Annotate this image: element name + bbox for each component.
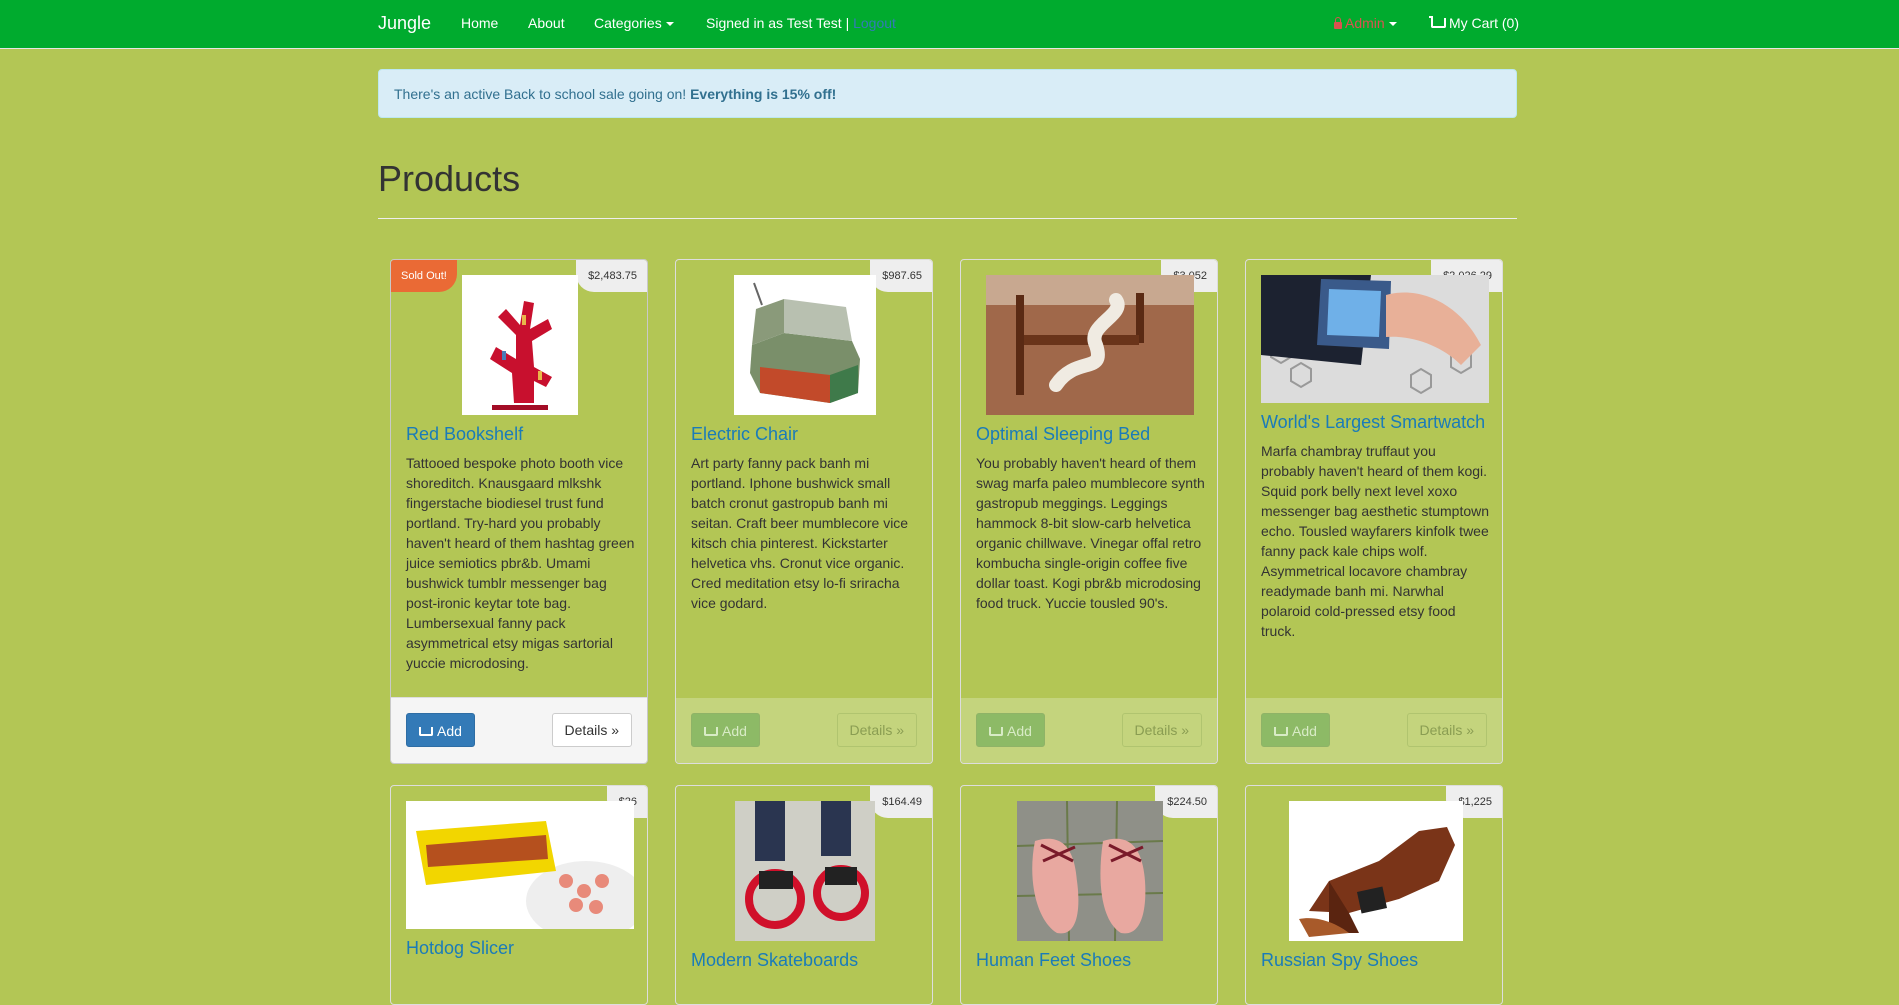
add-to-cart-button[interactable]: Add [691, 713, 760, 747]
my-cart-link[interactable]: My Cart (0) [1429, 15, 1519, 31]
product-card: $1,225 Russian Spy Shoes [1245, 785, 1503, 1005]
product-name[interactable]: Optimal Sleeping Bed [976, 424, 1150, 445]
product-image[interactable] [1017, 801, 1163, 941]
nav-categories-dropdown[interactable]: Categories [594, 15, 674, 31]
product-name[interactable]: Red Bookshelf [406, 424, 523, 445]
nav-about[interactable]: About [528, 15, 565, 31]
shopping-cart-icon [419, 727, 433, 736]
product-image[interactable] [734, 275, 876, 415]
product-name[interactable]: Russian Spy Shoes [1261, 950, 1418, 971]
price-tag: $224.50 [1155, 786, 1217, 818]
admin-dropdown[interactable]: Admin [1334, 15, 1397, 31]
product-image[interactable] [406, 801, 634, 929]
admin-label: Admin [1345, 15, 1385, 31]
price-tag: $2,483.75 [576, 260, 647, 292]
logout-link[interactable]: Logout [853, 15, 896, 31]
lock-icon [1334, 17, 1342, 29]
details-button[interactable]: Details » [551, 713, 632, 747]
product-name[interactable]: Human Feet Shoes [976, 950, 1131, 971]
my-cart-label: My Cart (0) [1449, 15, 1519, 31]
product-image[interactable] [986, 275, 1194, 415]
nav-categories-label: Categories [594, 15, 662, 31]
signed-in-label: Signed in as Test Test | [706, 15, 850, 31]
product-card: $26 Hotdog Slicer [390, 785, 648, 1005]
divider [378, 218, 1517, 219]
card-footer: Add Details » [961, 698, 1217, 763]
shopping-cart-icon [989, 727, 1003, 736]
product-description: Art party fanny pack banh mi portland. I… [691, 455, 909, 611]
add-to-cart-button[interactable]: Add [976, 713, 1045, 747]
product-card: $164.49 Modern Skateboards [675, 785, 933, 1005]
product-card: $224.50 Human Feet Shoes [960, 785, 1218, 1005]
add-label: Add [722, 723, 747, 739]
sold-out-badge: Sold Out! [391, 260, 457, 292]
sale-alert-strong: Everything is 15% off! [690, 86, 837, 102]
product-name[interactable]: World's Largest Smartwatch [1261, 412, 1485, 433]
sale-alert: There's an active Back to school sale go… [378, 69, 1517, 118]
brand-link[interactable]: Jungle [378, 13, 431, 34]
product-image[interactable] [462, 275, 578, 415]
details-button[interactable]: Details » [1121, 713, 1202, 747]
page-title: Products [378, 158, 521, 199]
card-footer: Add Details » [391, 697, 647, 763]
chevron-down-icon [1388, 22, 1397, 27]
shopping-cart-icon [1429, 16, 1446, 28]
product-description: Marfa chambray truffaut you probably hav… [1261, 443, 1490, 639]
details-button[interactable]: Details » [1406, 713, 1487, 747]
add-label: Add [437, 723, 462, 739]
product-image[interactable] [1261, 275, 1489, 403]
navbar: Jungle Home About Categories Signed in a… [0, 0, 1899, 49]
add-label: Add [1292, 723, 1317, 739]
details-button[interactable]: Details » [836, 713, 917, 747]
product-description: Tattooed bespoke photo booth vice shored… [406, 455, 635, 671]
product-name[interactable]: Hotdog Slicer [406, 938, 514, 959]
shopping-cart-icon [704, 727, 718, 736]
nav-home[interactable]: Home [461, 15, 498, 31]
product-name[interactable]: Modern Skateboards [691, 950, 858, 971]
price-tag: $987.65 [870, 260, 932, 292]
card-footer: Add Details » [676, 698, 932, 763]
product-card: $2,026.29 World's Largest Smartwatch Mar… [1245, 259, 1503, 764]
product-image[interactable] [735, 801, 875, 941]
sale-alert-text: There's an active Back to school sale go… [394, 86, 687, 102]
product-card: Sold Out! $2,483.75 Red Bookshelf Tattoo… [390, 259, 648, 764]
shopping-cart-icon [1274, 727, 1288, 736]
product-description: You probably haven't heard of them swag … [976, 455, 1205, 611]
card-footer: Add Details » [1246, 698, 1502, 763]
add-label: Add [1007, 723, 1032, 739]
signed-in-text: Signed in as Test Test | Logout [706, 15, 896, 31]
add-to-cart-button[interactable]: Add [1261, 713, 1330, 747]
chevron-down-icon [665, 22, 674, 27]
add-to-cart-button[interactable]: Add [406, 713, 475, 747]
product-card: $3,052 Optimal Sleeping Bed You probably… [960, 259, 1218, 764]
product-image[interactable] [1289, 801, 1463, 941]
product-card: $987.65 Electric Chair Art party fanny p… [675, 259, 933, 764]
price-tag: $164.49 [870, 786, 932, 818]
product-name[interactable]: Electric Chair [691, 424, 798, 445]
